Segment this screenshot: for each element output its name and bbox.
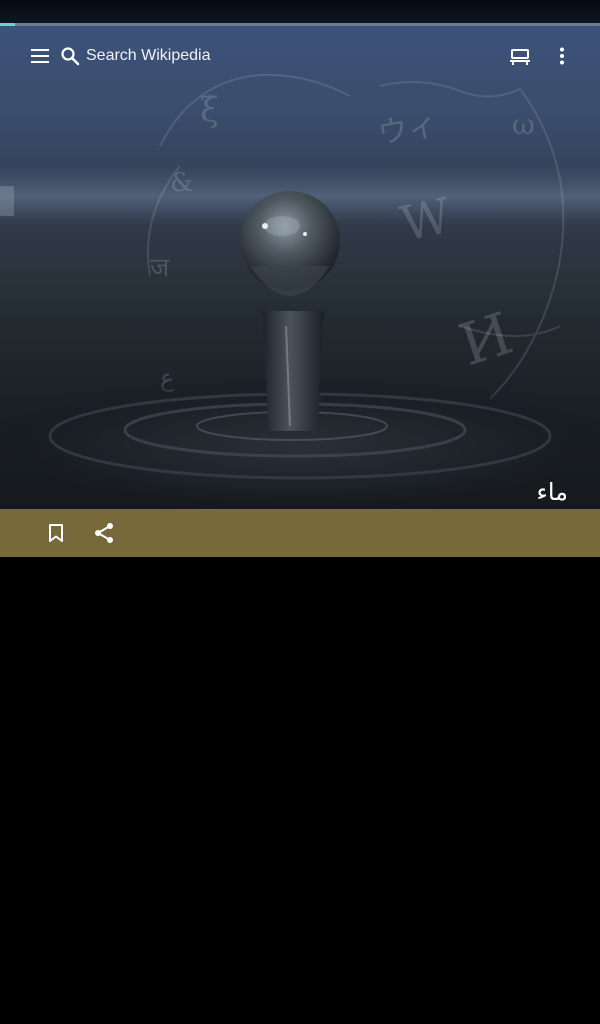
water-drop-image: W И ウィ ω ξ & ज 维 ع (0, 73, 600, 509)
search-icon (60, 46, 80, 66)
article-action-bar (0, 509, 600, 557)
search-bar[interactable] (60, 38, 360, 74)
svg-text:ξ: ξ (200, 90, 219, 130)
hamburger-menu-icon[interactable] (20, 36, 60, 76)
share-icon[interactable] (84, 513, 124, 553)
article-content-area (0, 557, 600, 1024)
svg-text:ウィ: ウィ (375, 107, 440, 152)
app-screen: W И ウィ ω ξ & ज 维 ع ماء (0, 0, 600, 1024)
svg-text:ज: ज (150, 253, 170, 283)
tabs-icon[interactable] (500, 36, 540, 76)
article-title: ماء (536, 478, 568, 506)
lead-image[interactable]: W И ウィ ω ξ & ज 维 ع ماء (0, 26, 600, 509)
status-bar (0, 0, 600, 24)
svg-text:ω: ω (512, 108, 535, 141)
search-input[interactable] (86, 47, 326, 65)
svg-text:&: & (170, 168, 193, 198)
bookmark-icon[interactable] (36, 513, 76, 553)
more-vert-icon[interactable] (542, 36, 582, 76)
svg-text:И: И (451, 299, 520, 379)
